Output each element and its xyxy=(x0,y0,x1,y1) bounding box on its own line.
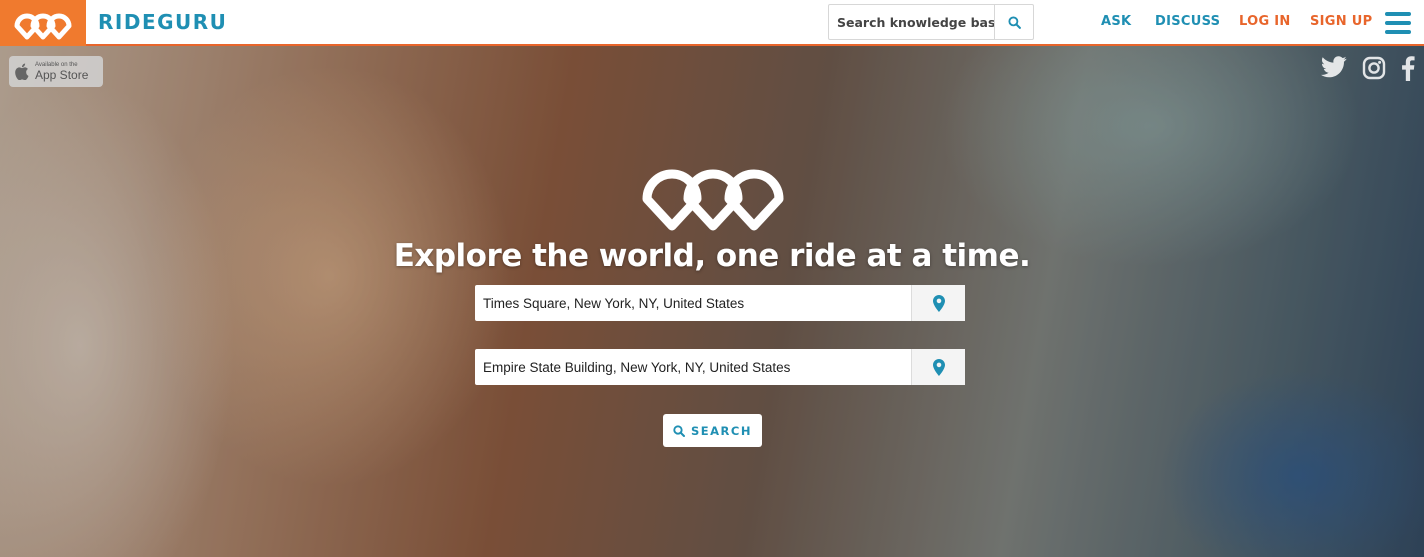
hamburger-menu-icon[interactable] xyxy=(1385,12,1411,34)
dropoff-pin-button[interactable] xyxy=(911,349,965,385)
search-button-label: SEARCH xyxy=(691,423,752,438)
search-rides-button[interactable]: SEARCH xyxy=(663,414,762,447)
dropoff-input[interactable] xyxy=(475,349,911,385)
hero-tagline: Explore the world, one ride at a time. xyxy=(393,238,1031,274)
knowledge-base-search xyxy=(828,4,1034,40)
instagram-icon xyxy=(1362,56,1386,80)
brand-name[interactable]: RIDEGURU xyxy=(98,10,227,34)
search-input[interactable] xyxy=(829,5,994,39)
map-pin-icon xyxy=(932,358,945,376)
nav-discuss[interactable]: DISCUSS xyxy=(1155,14,1220,29)
nav-login[interactable]: LOG IN xyxy=(1239,14,1291,29)
map-pin-icon xyxy=(932,294,945,312)
top-navbar: RIDEGURU ASK DISCUSS LOG IN SIGN UP xyxy=(0,0,1424,46)
pickup-input[interactable] xyxy=(475,285,911,321)
apple-icon xyxy=(15,63,29,80)
pickup-pin-button[interactable] xyxy=(911,285,965,321)
nav-ask[interactable]: ASK xyxy=(1101,14,1131,29)
instagram-link[interactable] xyxy=(1362,56,1386,85)
rideguru-pins-icon xyxy=(642,169,784,231)
dropoff-location-field xyxy=(475,349,965,385)
twitter-icon xyxy=(1321,56,1347,78)
app-store-badge[interactable]: Available on the App Store xyxy=(9,56,103,87)
facebook-link[interactable] xyxy=(1401,56,1415,86)
rideguru-logo[interactable] xyxy=(0,0,86,46)
pickup-location-field xyxy=(475,285,965,321)
search-icon xyxy=(1007,15,1021,29)
facebook-icon xyxy=(1402,56,1415,81)
twitter-link[interactable] xyxy=(1321,56,1347,83)
nav-signup[interactable]: SIGN UP xyxy=(1310,14,1372,29)
rideguru-logo-icon xyxy=(14,13,72,40)
hero-section: Available on the App Store Explore the w… xyxy=(0,46,1424,557)
hero-logo xyxy=(636,146,790,237)
search-icon xyxy=(673,424,686,437)
search-button[interactable] xyxy=(994,5,1033,39)
app-store-label: App Store xyxy=(35,67,89,82)
